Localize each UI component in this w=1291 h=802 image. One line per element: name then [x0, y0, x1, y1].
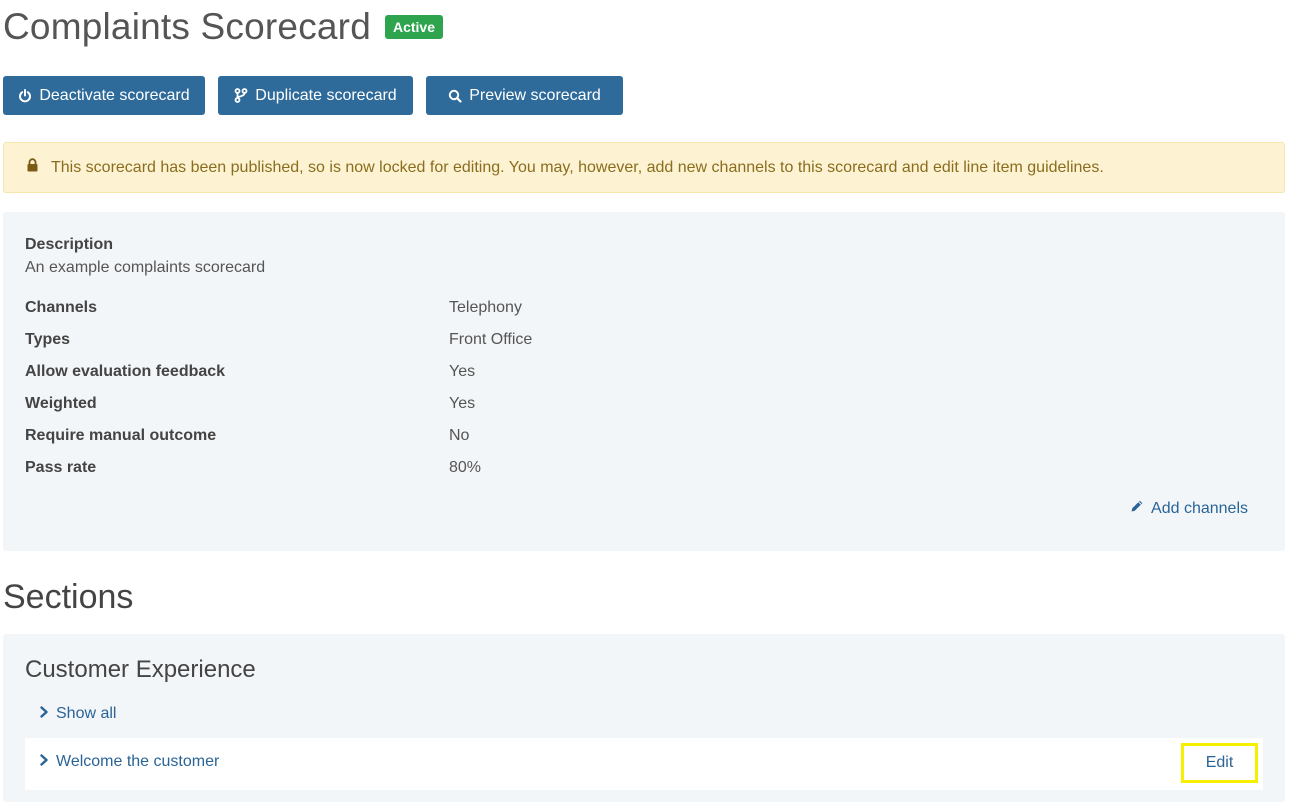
add-channels-link[interactable]: Add channels: [1130, 499, 1248, 518]
detail-row-manual-outcome: Require manual outcome No: [25, 427, 625, 451]
locked-alert: This scorecard has been published, so is…: [3, 142, 1285, 193]
description-label: Description: [25, 236, 114, 253]
detail-row-pass-rate: Pass rate 80%: [25, 459, 625, 483]
status-badge: Active: [384, 15, 444, 39]
detail-label: Channels: [25, 299, 98, 316]
detail-row-allow-feedback: Allow evaluation feedback Yes: [25, 363, 625, 387]
page-title: Complaints Scorecard: [3, 6, 371, 47]
duplicate-scorecard-label: Duplicate scorecard: [255, 86, 397, 104]
preview-scorecard-label: Preview scorecard: [469, 86, 601, 104]
pencil-icon: [1130, 499, 1144, 518]
power-icon: [18, 88, 32, 103]
line-item-row: Welcome the customer Edit: [25, 738, 1263, 790]
search-icon: [448, 89, 462, 103]
preview-scorecard-button[interactable]: Preview scorecard: [426, 76, 623, 115]
chevron-right-icon: [39, 705, 49, 723]
scorecard-details-panel: Description An example complaints scorec…: [3, 212, 1285, 551]
show-all-label: Show all: [56, 705, 117, 722]
detail-row-types: Types Front Office: [25, 331, 625, 355]
sections-heading: Sections: [3, 578, 134, 616]
add-channels-label: Add channels: [1151, 499, 1248, 517]
detail-value: 80%: [449, 459, 482, 476]
line-item-toggle[interactable]: Welcome the customer: [39, 753, 219, 771]
section-panel: Customer Experience Show all Welcome the…: [3, 634, 1285, 802]
detail-value: Telephony: [449, 299, 522, 316]
detail-label: Require manual outcome: [25, 427, 217, 444]
detail-value: Yes: [449, 395, 476, 412]
detail-value: No: [449, 427, 470, 444]
detail-label: Types: [25, 331, 71, 348]
title-row: Complaints Scorecard Active: [3, 6, 444, 48]
description-value: An example complaints scorecard: [25, 259, 266, 276]
show-all-link[interactable]: Show all: [39, 705, 116, 723]
detail-row-channels: Channels Telephony: [25, 299, 625, 323]
lock-icon: [26, 158, 39, 177]
detail-label: Weighted: [25, 395, 97, 412]
detail-value: Yes: [449, 363, 476, 380]
chevron-right-icon: [39, 753, 49, 771]
toolbar: Deactivate scorecard Duplicate scorecard: [3, 76, 623, 115]
detail-label: Pass rate: [25, 459, 97, 476]
edit-line-item-button[interactable]: Edit: [1181, 743, 1258, 783]
duplicate-scorecard-button[interactable]: Duplicate scorecard: [218, 76, 413, 115]
deactivate-scorecard-label: Deactivate scorecard: [39, 86, 190, 104]
branch-icon: [234, 88, 248, 103]
alert-text: This scorecard has been published, so is…: [51, 158, 1104, 176]
detail-value: Front Office: [449, 331, 533, 348]
detail-label: Allow evaluation feedback: [25, 363, 226, 380]
deactivate-scorecard-button[interactable]: Deactivate scorecard: [3, 76, 205, 115]
line-item-label: Welcome the customer: [56, 753, 220, 770]
section-title: Customer Experience: [25, 656, 256, 683]
scorecard-page: Complaints Scorecard Active Deactivate s…: [0, 0, 1291, 802]
detail-row-weighted: Weighted Yes: [25, 395, 625, 419]
